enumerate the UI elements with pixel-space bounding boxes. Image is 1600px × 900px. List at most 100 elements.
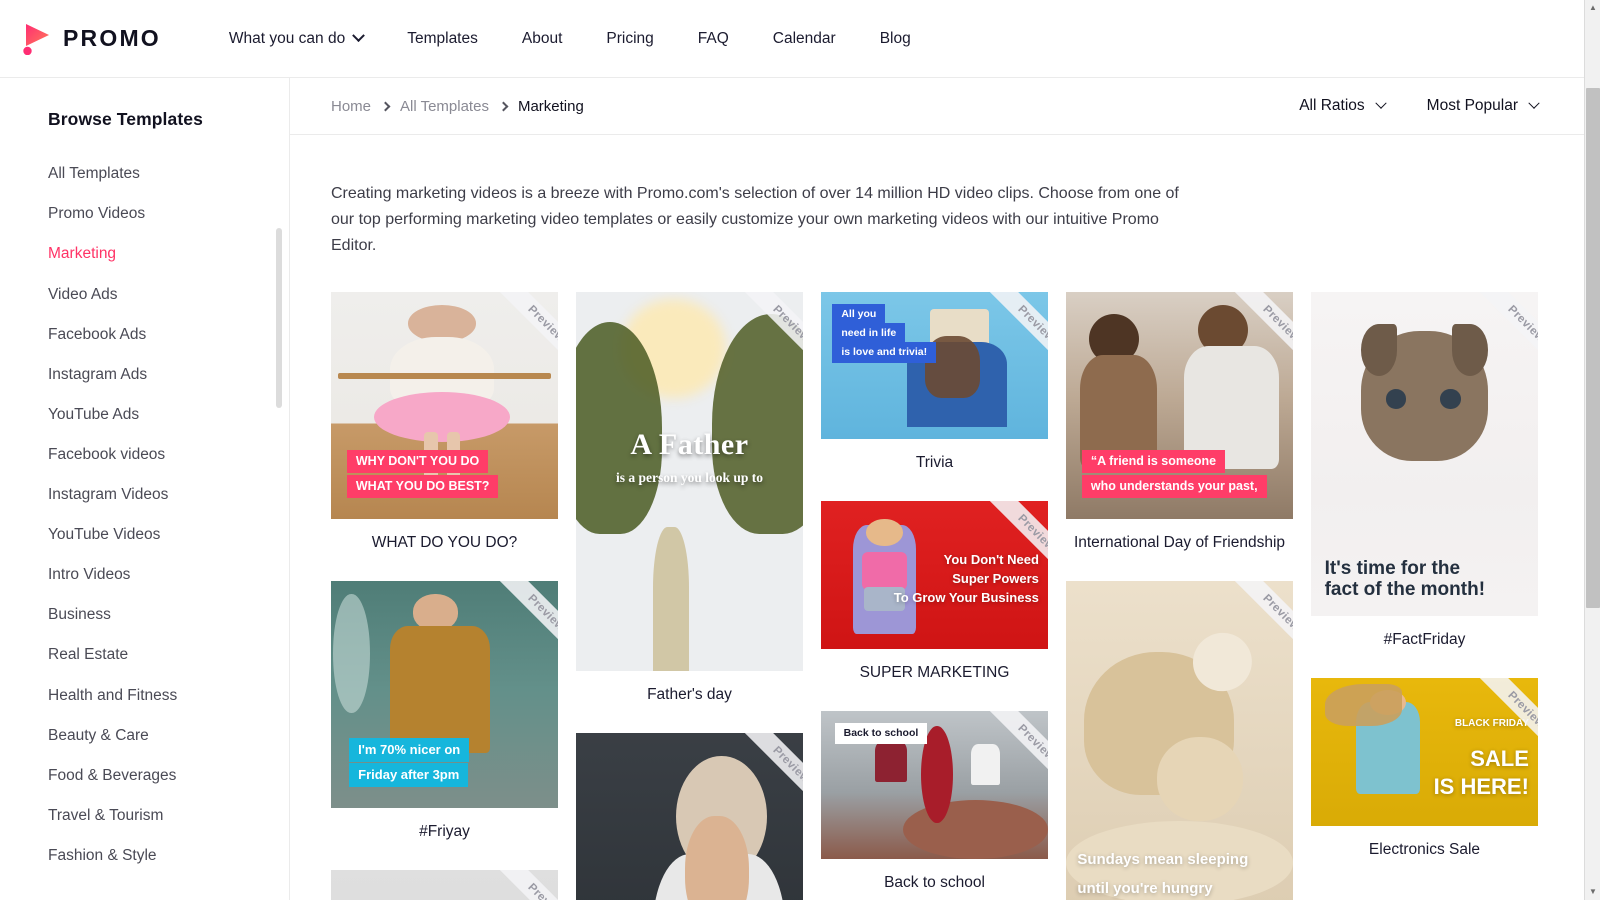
browser-scrollbar[interactable]: ▲ ▼ bbox=[1584, 0, 1600, 900]
thumbnail-caption-line: I'm 70% nicer on bbox=[349, 738, 470, 763]
sidebar-item-facebook-ads[interactable]: Facebook Ads bbox=[48, 314, 289, 354]
sidebar-item-instagram-ads[interactable]: Instagram Ads bbox=[48, 354, 289, 394]
thumbnail-headline-line: To Grow Your Business bbox=[893, 589, 1039, 605]
nav-item-templates[interactable]: Templates bbox=[385, 22, 500, 56]
sidebar-item-beauty-care[interactable]: Beauty & Care bbox=[48, 715, 289, 755]
thumbnail-caption-line: WHAT YOU DO BEST? bbox=[346, 474, 499, 499]
scene-shape bbox=[653, 526, 690, 671]
template-thumbnail[interactable]: WHY DON'T YOU DO WHAT YOU DO BEST? Preview bbox=[331, 291, 558, 519]
sidebar-item-fashion-style[interactable]: Fashion & Style bbox=[48, 836, 289, 876]
scene-shape bbox=[1451, 324, 1489, 377]
sidebar-item-travel-tourism[interactable]: Travel & Tourism bbox=[48, 796, 289, 836]
sidebar-title: Browse Templates bbox=[48, 109, 203, 129]
template-thumbnail[interactable]: I'm 70% nicer on Friday after 3pm Preview bbox=[331, 580, 558, 808]
scene-shape bbox=[1324, 684, 1402, 726]
sidebar-item-video-ads[interactable]: Video Ads bbox=[48, 274, 289, 314]
template-card[interactable]: BLACK FRIDAY SALE IS HERE! Preview Electroni… bbox=[1311, 678, 1538, 860]
page-viewport: PROMO What you can do Templates About Pr… bbox=[0, 0, 1584, 900]
template-card[interactable]: I'm 70% nicer on Friday after 3pm Preview #… bbox=[331, 580, 558, 842]
nav-item-about[interactable]: About bbox=[500, 22, 585, 56]
sidebar-item-youtube-ads[interactable]: YouTube Ads bbox=[48, 395, 289, 435]
template-thumbnail[interactable]: “A friend is someone who understands your… bbox=[1066, 291, 1293, 519]
nav-item-blog[interactable]: Blog bbox=[858, 22, 933, 56]
thumbnail-headline-line: You Don't Need bbox=[943, 551, 1039, 567]
template-thumbnail[interactable]: Back to school Preview bbox=[821, 711, 1048, 859]
scene-shape bbox=[1360, 324, 1398, 377]
thumbnail-subheadline: is a person you look up to bbox=[615, 469, 764, 485]
sidebar-scrollbar-thumb[interactable] bbox=[276, 228, 282, 408]
ratio-filter-dropdown[interactable]: All Ratios bbox=[1299, 97, 1387, 115]
sidebar-scrollbar[interactable] bbox=[276, 228, 282, 888]
sidebar-item-marketing[interactable]: Marketing bbox=[48, 234, 289, 274]
triangle-down-icon[interactable]: ▼ bbox=[1585, 884, 1600, 900]
template-thumbnail[interactable]: A Father is a person you look up to Previe… bbox=[576, 291, 803, 671]
templates-scroll-area[interactable]: Creating marketing videos is a breeze wi… bbox=[290, 135, 1584, 900]
scene-shape bbox=[1156, 736, 1244, 822]
thumbnail-headline-line: fact of the month! bbox=[1324, 579, 1486, 601]
thumbnail-caption-line: is love and trivia! bbox=[832, 341, 937, 363]
chevron-right-icon bbox=[498, 101, 509, 111]
triangle-up-icon[interactable]: ▲ bbox=[1585, 0, 1600, 16]
template-thumbnail[interactable]: Preview bbox=[576, 732, 803, 900]
thumbnail-caption-line: who understands your past, bbox=[1081, 474, 1267, 499]
template-card[interactable]: Sundays mean sleeping until you're hungry… bbox=[1066, 580, 1293, 900]
main-content: Home All Templates Marketing All Ratios … bbox=[290, 78, 1584, 900]
nav-item-what-you-can-do[interactable]: What you can do bbox=[207, 22, 385, 56]
sidebar-item-promo-videos[interactable]: Promo Videos bbox=[48, 194, 289, 234]
nav-item-calendar[interactable]: Calendar bbox=[751, 22, 858, 56]
breadcrumb-item-home[interactable]: Home bbox=[331, 98, 371, 115]
thumbnail-caption-line: need in life bbox=[832, 322, 906, 344]
browser-scrollbar-thumb[interactable] bbox=[1586, 88, 1600, 608]
sidebar-item-all-templates[interactable]: All Templates bbox=[48, 154, 289, 194]
template-thumbnail[interactable]: Sundays mean sleeping until you're hungry… bbox=[1066, 580, 1293, 900]
sidebar-item-business[interactable]: Business bbox=[48, 595, 289, 635]
thumbnail-caption-line: until you're hungry bbox=[1077, 880, 1213, 898]
scene-shape bbox=[712, 314, 803, 535]
sidebar-item-health-and-fitness[interactable]: Health and Fitness bbox=[48, 675, 289, 715]
template-card-title: Electronics Sale bbox=[1368, 841, 1481, 859]
thumbnail-caption-line: Friday after 3pm bbox=[349, 763, 469, 788]
template-card-title: International Day of Friendship bbox=[1073, 533, 1286, 551]
template-card[interactable]: You Don't Need Super Powers To Grow Your B… bbox=[821, 501, 1048, 683]
chevron-down-icon bbox=[1528, 97, 1540, 109]
thumbnail-headline-line: BLACK FRIDAY bbox=[1454, 717, 1529, 729]
sidebar-item-intro-videos[interactable]: Intro Videos bbox=[48, 555, 289, 595]
thumbnail-headline: A Father bbox=[630, 428, 749, 462]
thumbnail-caption-line: Back to school bbox=[834, 722, 928, 745]
sidebar-item-food-beverages[interactable]: Food & Beverages bbox=[48, 755, 289, 795]
thumbnail-headline-line: Super Powers bbox=[952, 570, 1039, 586]
sidebar-item-youtube-videos[interactable]: YouTube Videos bbox=[48, 515, 289, 555]
nav-item-label: What you can do bbox=[228, 29, 346, 47]
sidebar-item-instagram-videos[interactable]: Instagram Videos bbox=[48, 475, 289, 515]
scene-shape bbox=[1440, 389, 1461, 409]
template-column-5: It's time for the fact of the month! Previ… bbox=[1311, 291, 1538, 888]
template-card[interactable]: Preview bbox=[331, 870, 558, 900]
sidebar-item-real-estate[interactable]: Real Estate bbox=[48, 635, 289, 675]
nav-item-pricing[interactable]: Pricing bbox=[584, 22, 675, 56]
template-card[interactable]: Preview bbox=[576, 732, 803, 900]
template-thumbnail[interactable]: You Don't Need Super Powers To Grow Your B… bbox=[821, 501, 1048, 649]
promo-logo[interactable]: PROMO bbox=[22, 23, 161, 55]
template-card[interactable]: It's time for the fact of the month! Previ… bbox=[1311, 291, 1538, 651]
browse-templates-sidebar: Browse Templates All Templates Promo Vide… bbox=[0, 78, 290, 900]
scene-shape bbox=[333, 594, 370, 713]
template-thumbnail[interactable]: It's time for the fact of the month! Previ… bbox=[1311, 291, 1538, 617]
template-card[interactable]: All you need in life is love and trivia! Pr… bbox=[821, 291, 1048, 474]
sidebar-item-facebook-videos[interactable]: Facebook videos bbox=[48, 435, 289, 475]
sort-label: Most Popular bbox=[1426, 97, 1518, 114]
ratio-filter-label: All Ratios bbox=[1299, 97, 1365, 114]
template-card[interactable]: WHY DON'T YOU DO WHAT YOU DO BEST? Preview… bbox=[331, 291, 558, 553]
scene-shape bbox=[684, 816, 749, 900]
template-preview-image bbox=[331, 870, 558, 900]
template-column-2: A Father is a person you look up to Previe… bbox=[576, 291, 803, 900]
template-card[interactable]: A Father is a person you look up to Previe… bbox=[576, 291, 803, 705]
nav-item-faq[interactable]: FAQ bbox=[676, 22, 751, 56]
template-card[interactable]: Back to school Preview Back to school bbox=[821, 711, 1048, 893]
scene-shape bbox=[337, 373, 552, 380]
template-card[interactable]: “A friend is someone who understands your… bbox=[1066, 291, 1293, 553]
template-thumbnail[interactable]: Preview bbox=[331, 870, 558, 900]
template-thumbnail[interactable]: BLACK FRIDAY SALE IS HERE! Preview bbox=[1311, 678, 1538, 827]
sort-dropdown[interactable]: Most Popular bbox=[1426, 97, 1540, 115]
template-thumbnail[interactable]: All you need in life is love and trivia! Pr… bbox=[821, 291, 1048, 440]
breadcrumb-item-all-templates[interactable]: All Templates bbox=[400, 98, 489, 115]
